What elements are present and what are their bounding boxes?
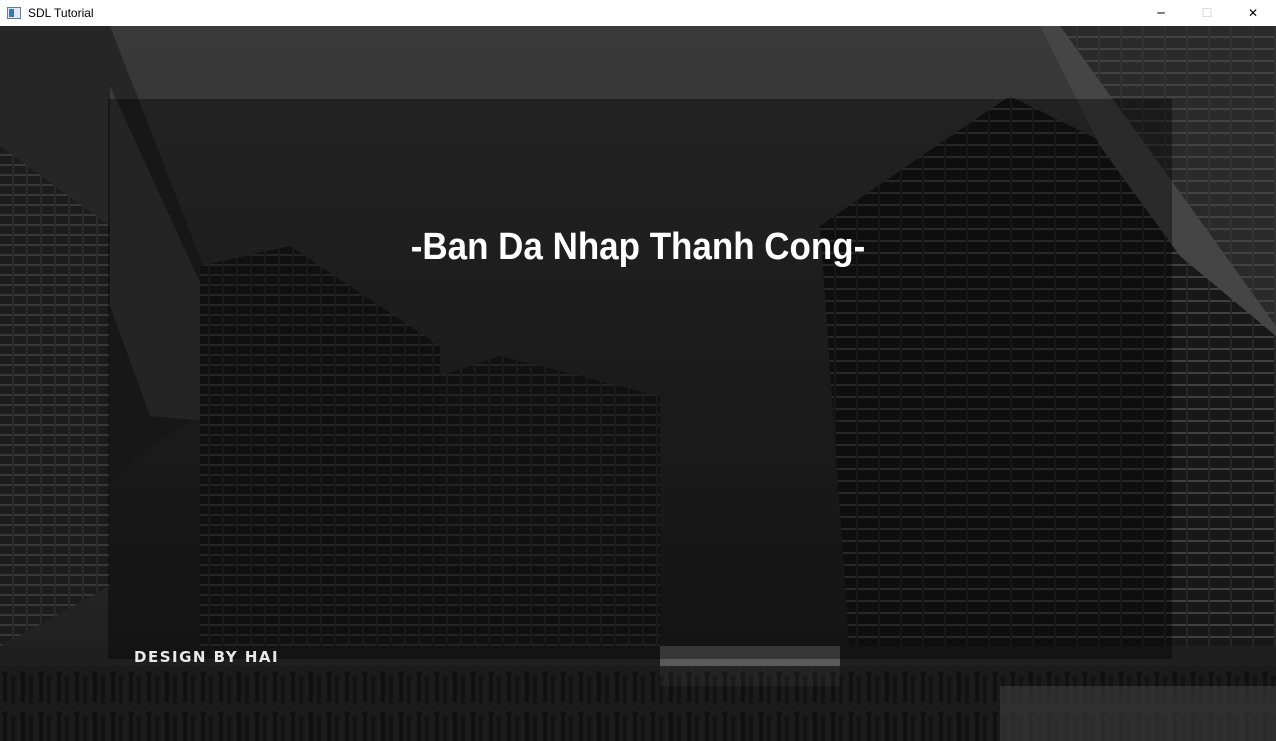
overlay-panel: [108, 99, 1172, 659]
title-bar[interactable]: SDL Tutorial ─ ☐ ✕: [0, 0, 1276, 26]
sdl-canvas[interactable]: -Ban Da Nhap Thanh Cong- DESIGN BY HAI: [0, 26, 1276, 741]
maximize-button[interactable]: ☐: [1184, 0, 1230, 26]
minimize-button[interactable]: ─: [1138, 0, 1184, 26]
window-controls: ─ ☐ ✕: [1138, 0, 1276, 26]
app-window-icon: [7, 7, 21, 19]
close-button[interactable]: ✕: [1230, 0, 1276, 26]
credit-label: DESIGN BY HAI: [134, 648, 280, 666]
success-message: -Ban Da Nhap Thanh Cong-: [410, 226, 866, 268]
app-window: SDL Tutorial ─ ☐ ✕ -Ban Da Nhap Thanh Co…: [0, 0, 1276, 741]
window-title: SDL Tutorial: [28, 6, 94, 20]
